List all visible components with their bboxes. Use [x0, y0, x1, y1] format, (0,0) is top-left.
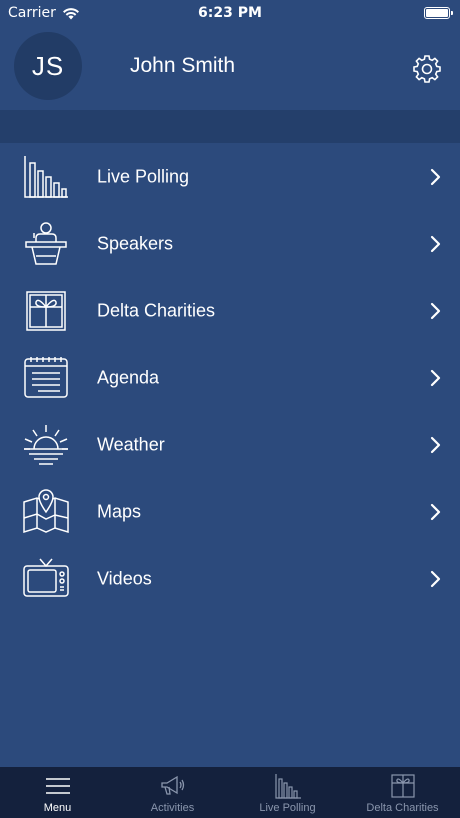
map-pin-icon: [23, 488, 69, 533]
menu-item-maps[interactable]: Maps: [0, 478, 460, 545]
gift-box-icon: [26, 290, 66, 331]
chevron-right-icon: [430, 503, 441, 520]
tab-label: Activities: [150, 802, 195, 814]
avatar[interactable]: JS: [14, 32, 82, 100]
podium-speaker-icon: [25, 221, 67, 265]
chevron-right-icon: [430, 235, 441, 252]
bar-chart-icon: [274, 774, 301, 799]
menu-item-label: Maps: [97, 501, 142, 521]
menu-item-label: Speakers: [97, 233, 174, 253]
avatar-initials: JS: [31, 50, 65, 81]
menu-item-speakers[interactable]: Speakers: [0, 210, 460, 277]
hamburger-menu-icon: [45, 778, 70, 794]
menu-item-live-polling[interactable]: Live Polling: [0, 143, 460, 210]
status-left: Carrier: [8, 5, 80, 21]
menu-item-videos[interactable]: Videos: [0, 545, 460, 612]
main-menu: Live Polling Speakers Delta Charities Ag…: [0, 143, 460, 612]
carrier-label: Carrier: [8, 5, 56, 21]
chevron-right-icon: [430, 168, 441, 185]
tab-menu[interactable]: Menu: [0, 767, 115, 818]
chevron-right-icon: [430, 369, 441, 386]
menu-item-label: Agenda: [97, 367, 160, 387]
battery-icon: [424, 7, 453, 19]
chevron-right-icon: [430, 436, 441, 453]
tab-live-polling[interactable]: Live Polling: [230, 767, 345, 818]
profile-header: JS John Smith: [0, 26, 460, 110]
megaphone-icon: [160, 775, 184, 795]
tab-label: Live Polling: [259, 802, 316, 814]
menu-item-label: Live Polling: [97, 166, 190, 186]
header-divider-band: [0, 110, 460, 143]
menu-item-label: Weather: [97, 434, 165, 454]
menu-item-label: Videos: [97, 568, 152, 588]
menu-item-delta-charities[interactable]: Delta Charities: [0, 277, 460, 344]
user-name: John Smith: [130, 54, 236, 77]
tab-label: Menu: [43, 802, 72, 814]
menu-item-weather[interactable]: Weather: [0, 411, 460, 478]
tab-delta-charities[interactable]: Delta Charities: [345, 767, 460, 818]
status-bar: Carrier 6:23 PM: [0, 0, 460, 26]
bar-chart-icon: [24, 155, 68, 198]
gift-box-icon: [390, 774, 415, 798]
menu-item-label: Delta Charities: [97, 300, 216, 320]
chevron-right-icon: [430, 570, 441, 587]
battery-level: [426, 9, 448, 17]
tab-bar: Menu Activities Live Polling Delta Chari…: [0, 767, 460, 818]
wifi-icon: [62, 7, 79, 19]
television-icon: [23, 558, 69, 597]
tab-activities[interactable]: Activities: [115, 767, 230, 818]
menu-item-agenda[interactable]: Agenda: [0, 344, 460, 411]
calendar-notepad-icon: [24, 356, 68, 398]
sunrise-icon: [24, 424, 68, 465]
tab-label: Delta Charities: [366, 802, 439, 814]
chevron-right-icon: [430, 302, 441, 319]
gear-icon[interactable]: [412, 54, 442, 84]
